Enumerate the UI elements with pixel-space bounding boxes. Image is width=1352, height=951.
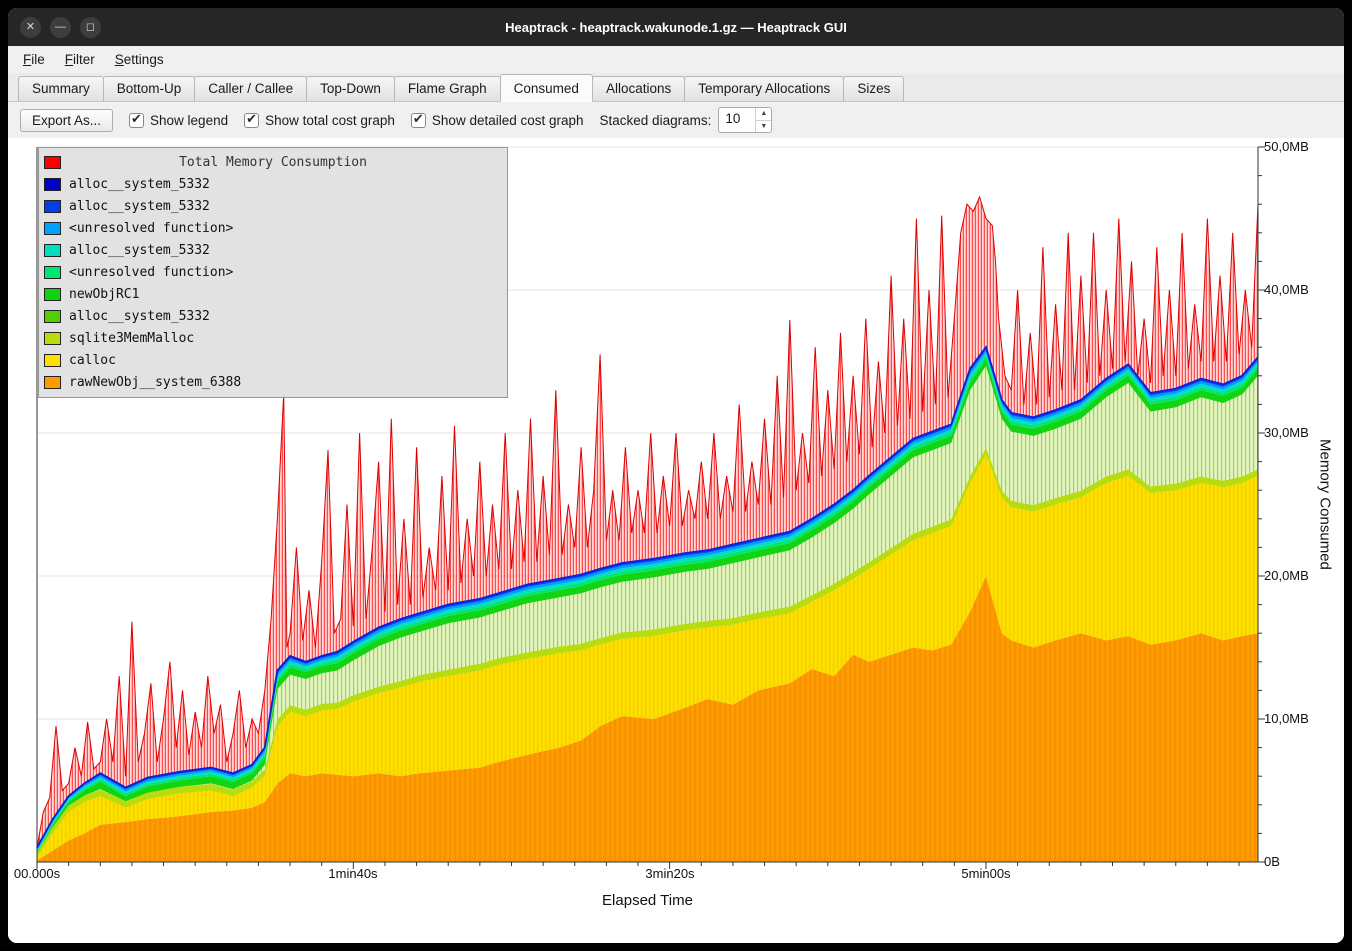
chart-legend: Total Memory Consumption alloc__system_5… [38, 147, 508, 398]
legend-label: alloc__system_5332 [69, 199, 210, 214]
tab-caller-callee[interactable]: Caller / Callee [194, 76, 307, 101]
legend-label: <unresolved function> [69, 265, 233, 280]
legend-label: rawNewObj__system_6388 [69, 375, 241, 390]
legend-label: alloc__system_5332 [69, 309, 210, 324]
y-tick-label: 20,0MB [1264, 568, 1309, 584]
legend-swatch [44, 222, 61, 235]
legend-swatch [44, 332, 61, 345]
y-tick-label: 10,0MB [1264, 711, 1309, 727]
legend-label: alloc__system_5332 [69, 243, 210, 258]
legend-swatch [44, 376, 61, 389]
tab-summary[interactable]: Summary [18, 76, 104, 101]
x-axis-title: Elapsed Time [37, 892, 1258, 909]
tab-bottom-up[interactable]: Bottom-Up [103, 76, 196, 101]
toolbar: Export As... Show legend Show total cost… [8, 102, 1344, 138]
chart-area: Total Memory Consumption alloc__system_5… [8, 138, 1344, 943]
spin-down-icon[interactable] [756, 121, 771, 133]
x-tick-label: 1min40s [308, 866, 398, 881]
legend-swatch [44, 266, 61, 279]
tab-flame-graph[interactable]: Flame Graph [394, 76, 501, 101]
legend-title-row: Total Memory Consumption [39, 151, 507, 173]
tab-consumed[interactable]: Consumed [500, 74, 593, 102]
checkbox-label: Show legend [150, 113, 228, 128]
close-icon[interactable]: ✕ [20, 17, 41, 38]
y-axis-title: Memory Consumed [1314, 147, 1336, 862]
checkbox-icon[interactable] [244, 113, 259, 128]
checkbox-label: Show total cost graph [265, 113, 395, 128]
window-controls: ✕ — ◻ [8, 17, 101, 38]
legend-item: <unresolved function> [39, 261, 507, 283]
stacked-diagrams-group: Stacked diagrams: 10 [600, 107, 773, 133]
tab-sizes[interactable]: Sizes [843, 76, 904, 101]
legend-label: sqlite3MemMalloc [69, 331, 194, 346]
menubar: File Filter Settings [8, 46, 1344, 73]
legend-title: Total Memory Consumption [39, 155, 507, 170]
tab-top-down[interactable]: Top-Down [306, 76, 395, 101]
legend-swatch [44, 310, 61, 323]
menu-settings[interactable]: Settings [106, 49, 173, 70]
checkbox-icon[interactable] [411, 113, 426, 128]
legend-label: calloc [69, 353, 116, 368]
legend-item: calloc [39, 349, 507, 371]
legend-swatch [44, 200, 61, 213]
menu-filter[interactable]: Filter [56, 49, 104, 70]
minimize-icon[interactable]: — [50, 17, 71, 38]
stacked-diagrams-spinner[interactable]: 10 [718, 107, 772, 133]
checkbox-label: Show detailed cost graph [432, 113, 584, 128]
y-tick-label: 30,0MB [1264, 425, 1309, 441]
legend-item: newObjRC1 [39, 283, 507, 305]
legend-swatch [44, 178, 61, 191]
show-legend-checkbox[interactable]: Show legend [129, 113, 228, 128]
spin-up-icon[interactable] [756, 108, 771, 121]
show-total-cost-checkbox[interactable]: Show total cost graph [244, 113, 395, 128]
legend-swatch [44, 244, 61, 257]
legend-swatch-total [44, 156, 61, 169]
x-tick-label: 3min20s [625, 866, 715, 881]
maximize-icon[interactable]: ◻ [80, 17, 101, 38]
window-title: Heaptrack - heaptrack.wakunode.1.gz — He… [8, 20, 1344, 35]
legend-item: sqlite3MemMalloc [39, 327, 507, 349]
export-as-button[interactable]: Export As... [20, 109, 113, 132]
y-tick-label: 40,0MB [1264, 282, 1309, 298]
legend-label: newObjRC1 [69, 287, 139, 302]
menu-file[interactable]: File [14, 49, 54, 70]
titlebar: ✕ — ◻ Heaptrack - heaptrack.wakunode.1.g… [8, 8, 1344, 46]
legend-item: <unresolved function> [39, 217, 507, 239]
show-detailed-cost-checkbox[interactable]: Show detailed cost graph [411, 113, 584, 128]
tab-allocations[interactable]: Allocations [592, 76, 685, 101]
y-tick-label: 50,0MB [1264, 139, 1309, 155]
stacked-diagrams-label: Stacked diagrams: [600, 113, 712, 128]
tabbar: Summary Bottom-Up Caller / Callee Top-Do… [8, 73, 1344, 102]
legend-swatch [44, 288, 61, 301]
legend-label: <unresolved function> [69, 221, 233, 236]
legend-item: alloc__system_5332 [39, 195, 507, 217]
x-tick-label: 5min00s [941, 866, 1031, 881]
legend-item: rawNewObj__system_6388 [39, 371, 507, 393]
app-window: ✕ — ◻ Heaptrack - heaptrack.wakunode.1.g… [8, 8, 1344, 943]
spinner-arrows [755, 108, 771, 132]
checkbox-icon[interactable] [129, 113, 144, 128]
legend-item: alloc__system_5332 [39, 173, 507, 195]
tab-temporary-allocations[interactable]: Temporary Allocations [684, 76, 844, 101]
y-tick-label: 0B [1264, 854, 1280, 870]
spinner-value[interactable]: 10 [719, 108, 755, 132]
x-tick-label: 00.000s [8, 866, 82, 881]
legend-item: alloc__system_5332 [39, 305, 507, 327]
legend-label: alloc__system_5332 [69, 177, 210, 192]
legend-item: alloc__system_5332 [39, 239, 507, 261]
legend-swatch [44, 354, 61, 367]
